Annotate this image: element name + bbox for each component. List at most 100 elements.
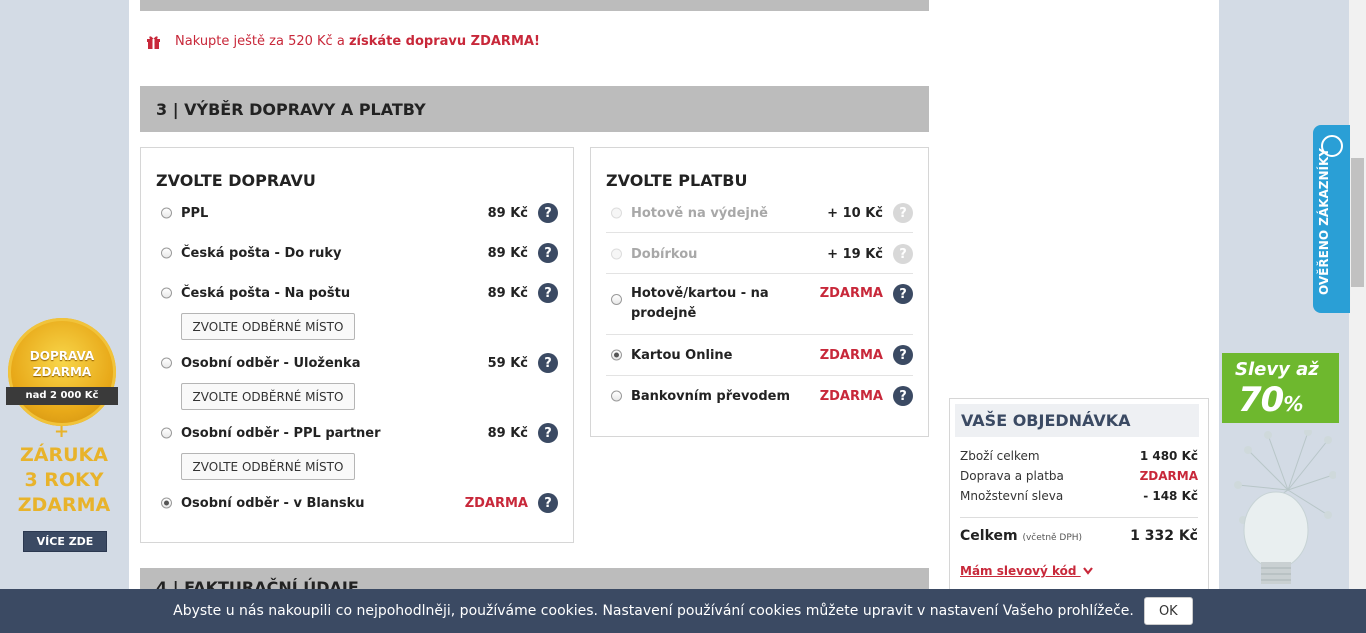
payment-option-label: Kartou Online	[631, 347, 733, 363]
order-total-note: (včetně DPH)	[1022, 533, 1083, 543]
warranty-line2: 3 ROKY	[24, 469, 104, 491]
shipping-heading: ZVOLTE DOPRAVU	[156, 171, 316, 190]
help-icon[interactable]: ?	[538, 203, 558, 223]
coupon-link-label: Mám slevový kód	[960, 564, 1077, 578]
payment-option-label: Bankovním převodem	[631, 388, 791, 404]
shipping-option-label: PPL	[181, 205, 209, 221]
shipping-option-label: Osobní odběr - Uloženka	[181, 355, 361, 371]
order-line-shipping: Doprava a platba ZDARMA	[960, 469, 1198, 483]
radio-button-disabled	[611, 248, 622, 260]
payment-option-cash-pickup: Hotově na výdejně + 10 Kč ?	[611, 203, 916, 223]
scrollbar-thumb[interactable]	[1351, 158, 1364, 287]
pick-point-button[interactable]: ZVOLTE ODBĚRNÉ MÍSTO	[181, 383, 355, 410]
free-shipping-badge[interactable]: DOPRAVA ZDARMA	[8, 318, 116, 426]
radio-button[interactable]	[611, 294, 622, 305]
divider	[960, 517, 1198, 518]
payment-option-price: + 10 Kč	[827, 205, 883, 221]
payment-option-label: Hotově na výdejně	[631, 205, 768, 221]
badge-ribbon: nad 2 000 Kč	[6, 387, 118, 405]
badge-line2: ZDARMA	[32, 365, 92, 379]
help-icon[interactable]: ?	[893, 203, 913, 223]
divider	[606, 334, 913, 335]
order-total-value: 1 332 Kč	[1130, 528, 1198, 544]
shipping-option-cp-do-ruky[interactable]: Česká pošta - Do ruky 89 Kč ?	[161, 243, 561, 263]
shipping-option-label: Česká pošta - Na poštu	[181, 285, 351, 301]
shipping-option-price: 89 Kč	[487, 285, 528, 301]
payment-option-price: ZDARMA	[819, 388, 883, 404]
shipping-option-ulozenka[interactable]: Osobní odběr - Uloženka 59 Kč ?	[161, 353, 561, 373]
warranty-line3: ZDARMA	[17, 494, 111, 516]
verified-customers-label: OVĚŘENO ZÁKAZNÍKY	[1317, 148, 1331, 295]
scrollbar-track[interactable]	[1349, 0, 1366, 589]
shipping-option-label: Osobní odběr - PPL partner	[181, 425, 381, 441]
free-shipping-promo: Nakupte ještě za 520 Kč a získáte doprav…	[146, 34, 540, 49]
divider	[606, 375, 913, 376]
order-summary-heading: VAŠE OBJEDNÁVKA	[955, 404, 1199, 437]
payment-option-bank-transfer[interactable]: Bankovním převodem ZDARMA ?	[611, 386, 916, 406]
radio-button[interactable]	[161, 287, 172, 299]
help-icon[interactable]: ?	[893, 386, 913, 406]
cookie-text: Abyste u nás nakoupili co nejpohodlněji,…	[173, 603, 1134, 619]
shipping-option-ppl[interactable]: PPL 89 Kč ?	[161, 203, 561, 223]
help-icon[interactable]: ?	[538, 353, 558, 373]
help-icon[interactable]: ?	[893, 244, 913, 264]
radio-button[interactable]	[161, 357, 172, 369]
shipping-option-price: 89 Kč	[487, 245, 528, 261]
pick-point-button[interactable]: ZVOLTE ODBĚRNÉ MÍSTO	[181, 313, 355, 340]
payment-heading: ZVOLTE PLATBU	[606, 171, 748, 190]
help-icon[interactable]: ?	[538, 423, 558, 443]
radio-button[interactable]	[611, 390, 622, 402]
lightbulb-dandelion-image	[1228, 430, 1336, 589]
more-info-button[interactable]: VÍCE ZDE	[23, 531, 107, 552]
section-bar-previous	[140, 0, 929, 11]
divider	[606, 273, 913, 274]
sale-banner-percent: %	[1283, 392, 1303, 416]
help-icon[interactable]: ?	[538, 283, 558, 303]
radio-button[interactable]	[161, 207, 172, 219]
sale-banner-number: 70	[1238, 380, 1284, 420]
promo-text: Nakupte ještě za 520 Kč a	[175, 34, 345, 49]
shipping-option-blansko[interactable]: Osobní odběr - v Blansku ZDARMA ?	[161, 493, 561, 513]
plus-sign: +	[54, 421, 70, 442]
shipping-option-label: Osobní odběr - v Blansku	[181, 495, 365, 511]
payment-option-price: ZDARMA	[819, 347, 883, 363]
radio-button[interactable]	[161, 427, 172, 439]
payment-option-label-line2: prodejně	[631, 306, 697, 321]
section-3-header: 3 | VÝBĚR DOPRAVY A PLATBY	[140, 86, 929, 132]
radio-button-selected[interactable]	[161, 497, 172, 509]
payment-option-store[interactable]: Hotově/kartou - na prodejně ZDARMA ?	[611, 284, 916, 326]
chevron-down-icon	[1082, 567, 1093, 575]
warranty-text: ZÁRUKA 3 ROKY ZDARMA	[0, 443, 128, 518]
badge-text: DOPRAVA ZDARMA	[8, 348, 116, 380]
warranty-line1: ZÁRUKA	[20, 444, 108, 466]
radio-button-selected[interactable]	[611, 349, 622, 361]
radio-button-disabled	[611, 207, 622, 219]
badge-line1: DOPRAVA	[29, 349, 95, 363]
coupon-link[interactable]: Mám slevový kód	[960, 564, 1093, 578]
section-3-title: 3 | VÝBĚR DOPRAVY A PLATBY	[156, 99, 426, 119]
shipping-option-ppl-partner[interactable]: Osobní odběr - PPL partner 89 Kč ?	[161, 423, 561, 443]
shipping-option-cp-na-postu[interactable]: Česká pošta - Na poštu 89 Kč ?	[161, 283, 561, 303]
help-icon[interactable]: ?	[538, 243, 558, 263]
shipping-option-price: 59 Kč	[487, 355, 528, 371]
cookie-ok-button[interactable]: OK	[1143, 597, 1193, 625]
verified-customers-tab[interactable]: OVĚŘENO ZÁKAZNÍKY	[1313, 125, 1350, 313]
shipping-option-price: ZDARMA	[464, 495, 528, 511]
section-4-title: 4 | FAKTURAČNÍ ÚDAJE	[156, 578, 359, 589]
shipping-option-price: 89 Kč	[487, 425, 528, 441]
radio-button[interactable]	[161, 247, 172, 259]
order-total-label: Celkem	[960, 528, 1018, 544]
help-icon[interactable]: ?	[893, 345, 913, 365]
payment-option-card-online[interactable]: Kartou Online ZDARMA ?	[611, 345, 916, 365]
gift-icon	[146, 35, 161, 49]
help-icon[interactable]: ?	[538, 493, 558, 513]
promo-text-bold: získáte dopravu ZDARMA!	[348, 34, 540, 49]
order-line-value: ZDARMA	[1139, 469, 1198, 483]
help-icon[interactable]: ?	[893, 284, 913, 304]
sale-banner[interactable]: Slevy až 70%	[1222, 353, 1339, 423]
pick-point-button[interactable]: ZVOLTE ODBĚRNÉ MÍSTO	[181, 453, 355, 480]
payment-option-label: Hotově/kartou - na prodejně	[631, 284, 769, 324]
payment-option-price: + 19 Kč	[827, 246, 883, 262]
order-line-label: Doprava a platba	[960, 469, 1064, 483]
sale-banner-line2: 70%	[1238, 380, 1303, 420]
